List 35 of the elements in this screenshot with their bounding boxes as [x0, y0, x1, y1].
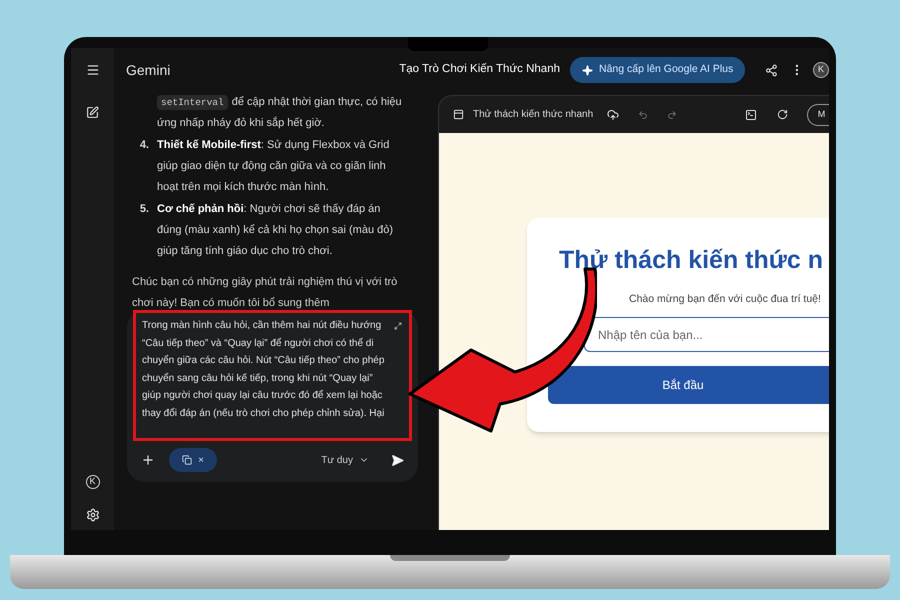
list-item-text: Thiết kế Mobile-first: Sử dụng Flexbox và Grid giúp giao diện tự động căn giữa và co giãn linh hoạt trên mọi kích thước màn hình.: [157, 138, 390, 195]
tool-chip[interactable]: ×: [169, 448, 217, 472]
avatar[interactable]: K: [813, 62, 829, 78]
code-view-icon[interactable]: [745, 108, 757, 120]
response-text: setInterval để cập nhật thời gian thực, có hiệu ứng nhấp nháy đỏ khi sắp hết giờ.: [156, 94, 403, 131]
mode-selector[interactable]: Tư duy: [321, 452, 369, 468]
canvas-title: Thử thách kiến thức nhanh: [473, 108, 594, 122]
name-input[interactable]: Nhập tên của bạn...: [584, 317, 829, 352]
copy-icon: [182, 455, 192, 465]
canvas-account[interactable]: M: [807, 104, 829, 126]
new-chat-icon[interactable]: [86, 106, 99, 119]
card-heading: Thử thách kiến thức n: [559, 245, 824, 276]
undo-icon[interactable]: [638, 110, 648, 120]
expand-icon[interactable]: [394, 322, 402, 330]
add-icon[interactable]: [141, 453, 155, 467]
redo-icon[interactable]: [667, 110, 678, 120]
list-number: 5.: [138, 202, 150, 217]
share-icon[interactable]: [765, 64, 778, 76]
settings-icon[interactable]: [86, 508, 100, 522]
app-name: Gemini: [126, 60, 172, 80]
send-icon[interactable]: [391, 454, 404, 466]
menu-icon[interactable]: [86, 63, 100, 77]
refresh-icon[interactable]: [777, 109, 788, 120]
list-number: 4.: [138, 138, 150, 153]
canvas-icon: [453, 109, 464, 120]
response-text: Chúc bạn có những giây phút trải nghiệm thú vị với trò chơi này! Bạn có muốn tôi bổ sung thêm: [132, 275, 398, 311]
upgrade-button[interactable]: Nâng cấp lên Google AI Plus: [570, 57, 746, 83]
prompt-text[interactable]: Trong màn hình câu hỏi, cần thêm hai nút điều hướng “Câu tiếp theo” và “Quay lại” để người chơi có thể di chuyển giữa các câu hỏi. Nút “Câu tiếp theo” cho phép chuyển sang câu hỏi kế tiếp, trong khi nút “Quay lại” giúp người chơi quay lại câu trước đó để xem lại hoặc thay đổi đáp án (nếu trò chơi cho phép chỉnh sửa). Hại: [133, 310, 412, 441]
cloud-icon[interactable]: [607, 108, 620, 120]
sparkle-icon: [582, 64, 593, 76]
account-badge[interactable]: K: [86, 475, 100, 489]
list-item-text: Cơ chế phản hồi: Người chơi sẽ thấy đáp án đúng (màu xanh) kể cả khi họ chọn sai (màu đỏ) giúp tăng tính giáo dục cho trò chơi.: [157, 202, 394, 259]
start-button[interactable]: Bắt đầu: [548, 366, 829, 404]
chat-title: Tạo Trò Chơi Kiến Thức Nhanh: [399, 62, 560, 78]
card-subtitle: Chào mừng bạn đến với cuộc đua trí tuệ!: [628, 292, 822, 306]
